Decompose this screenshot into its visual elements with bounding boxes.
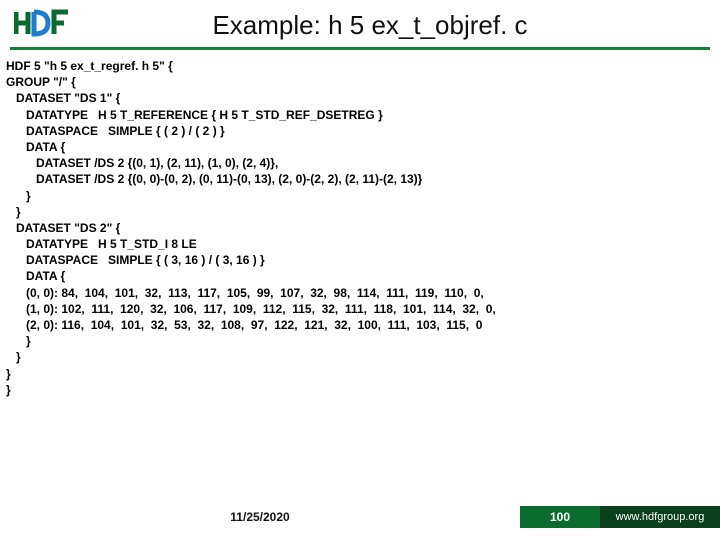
footer-left: 11/25/2020: [0, 510, 520, 524]
code-line: DATA {: [6, 269, 65, 283]
footer-page-number: 100: [520, 506, 600, 528]
code-highlight: (2, 4): [242, 156, 270, 170]
code-line: DATASPACE SIMPLE { ( 3, 16 ) / ( 3, 16 )…: [6, 253, 265, 267]
code-highlight: (0, 0): [132, 172, 160, 186]
code-line: }: [6, 383, 11, 397]
footer-date: 11/25/2020: [230, 510, 289, 524]
code-data: 116, 104, 101,: [61, 318, 150, 332]
divider: [10, 47, 710, 50]
code-line: }: [6, 350, 21, 364]
code-line: DATASET "DS 1" {: [6, 91, 120, 105]
code-line: }: [6, 367, 11, 381]
code-line: }: [6, 205, 21, 219]
code-line: (2, 0):: [6, 318, 61, 332]
page-title: Example: h 5 ex_t_objref. c: [34, 10, 706, 41]
footer-brand: www.hdfgroup.org: [600, 506, 720, 528]
code-highlight: 32: [151, 318, 164, 332]
code-line: DATASET /DS 2 {(0, 1), (2, 11), (1, 0),: [6, 156, 242, 170]
code-line: DATASET /DS 2 {: [6, 172, 132, 186]
footer: 11/25/2020 100 www.hdfgroup.org: [0, 506, 720, 528]
code-line: DATASET "DS 2" {: [6, 221, 120, 235]
code-line: DATA {: [6, 140, 65, 154]
code-line: }: [6, 189, 31, 203]
code-line: (1, 0):: [6, 302, 61, 316]
code-line: }: [6, 334, 31, 348]
code-line: DATASPACE SIMPLE { ( 2 ) / ( 2 ) }: [6, 124, 225, 138]
code-line: DATATYPE H 5 T_STD_I 8 LE: [6, 237, 197, 251]
header: Example: h 5 ex_t_objref. c: [0, 0, 720, 47]
code-line: HDF 5 "h 5 ex_t_regref. h 5" {: [6, 59, 173, 73]
code-data: , 53, 32, 108, 97, 122, 121, 32, 100, 11…: [164, 318, 482, 332]
code-line: DATATYPE H 5 T_REFERENCE { H 5 T_STD_REF…: [6, 108, 383, 122]
code-data: 84, 104, 101, 32, 113, 117, 105, 99, 107…: [61, 286, 483, 300]
code-line: GROUP "/" {: [6, 75, 76, 89]
code-block: HDF 5 "h 5 ex_t_regref. h 5" { GROUP "/"…: [0, 56, 720, 398]
code-data: 102, 111, 120, 32, 106, 117, 109, 112, 1…: [61, 302, 495, 316]
code-line: },: [270, 156, 278, 170]
code-line: -(0, 2), (0, 11)-(0, 13), (2, 0)-(2, 2),…: [160, 172, 422, 186]
code-line: (0, 0):: [6, 286, 61, 300]
